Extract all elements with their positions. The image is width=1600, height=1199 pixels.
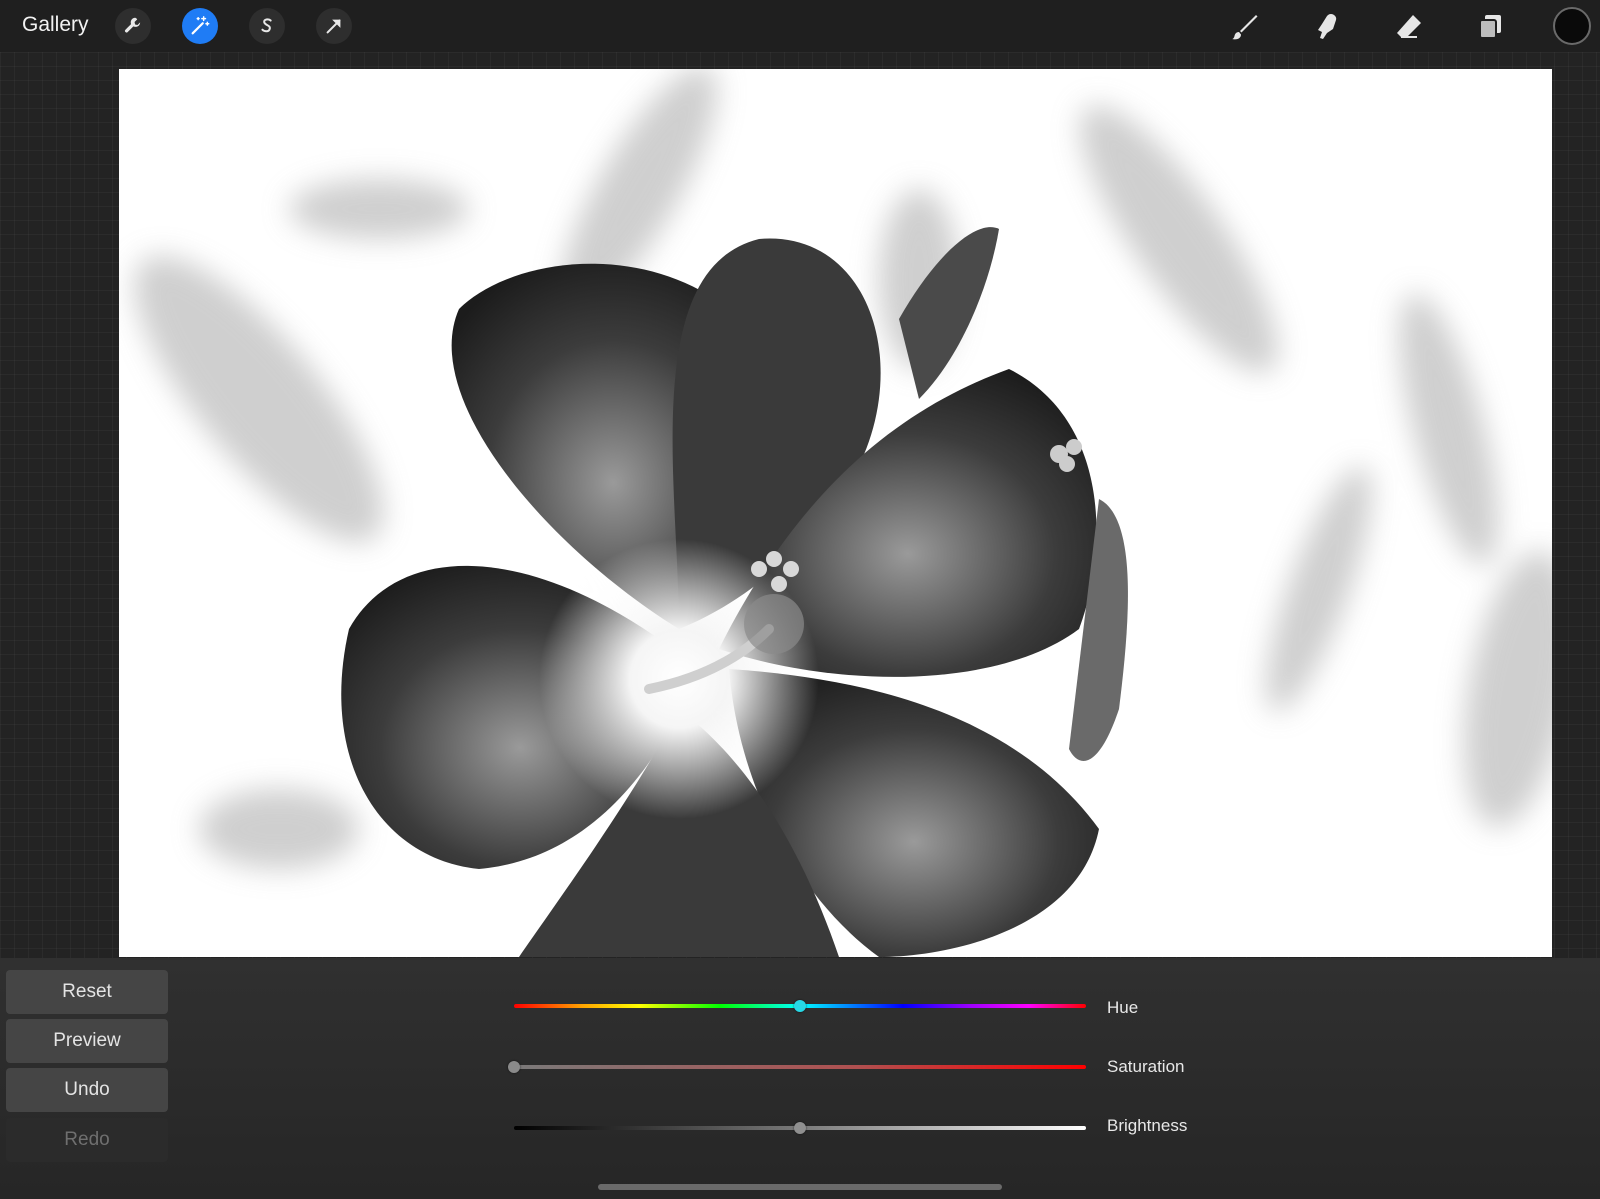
wrench-icon[interactable] (115, 8, 151, 44)
smudge-icon[interactable] (1309, 9, 1345, 45)
color-picker-swatch[interactable] (1553, 7, 1591, 45)
hue-label: Hue (1107, 998, 1139, 1017)
layers-icon[interactable] (1473, 9, 1509, 45)
gallery-button[interactable]: Gallery (22, 13, 89, 37)
brightness-label: Brightness (1107, 1116, 1188, 1135)
magic-wand-icon[interactable] (182, 8, 218, 44)
hue-slider-thumb[interactable] (794, 1000, 806, 1012)
transform-arrow-icon[interactable] (316, 8, 352, 44)
top-toolbar: Gallery (0, 0, 1600, 52)
undo-button[interactable]: Undo (6, 1068, 168, 1112)
selection-s-icon[interactable] (249, 8, 285, 44)
eraser-icon[interactable] (1391, 9, 1427, 45)
adjustment-panel: Reset Preview Undo Redo Hue Saturation B… (0, 958, 1600, 1199)
saturation-slider-thumb[interactable] (508, 1061, 520, 1073)
redo-button[interactable]: Redo (6, 1118, 168, 1162)
flower-artwork (119, 69, 1552, 957)
saturation-label: Saturation (1107, 1057, 1185, 1076)
preview-button[interactable]: Preview (6, 1019, 168, 1063)
reset-button[interactable]: Reset (6, 970, 168, 1014)
artwork-canvas[interactable] (119, 69, 1552, 957)
brightness-slider-thumb[interactable] (794, 1122, 806, 1134)
home-indicator[interactable] (598, 1184, 1002, 1190)
saturation-slider-track[interactable] (514, 1065, 1086, 1069)
brush-icon[interactable] (1227, 9, 1263, 45)
